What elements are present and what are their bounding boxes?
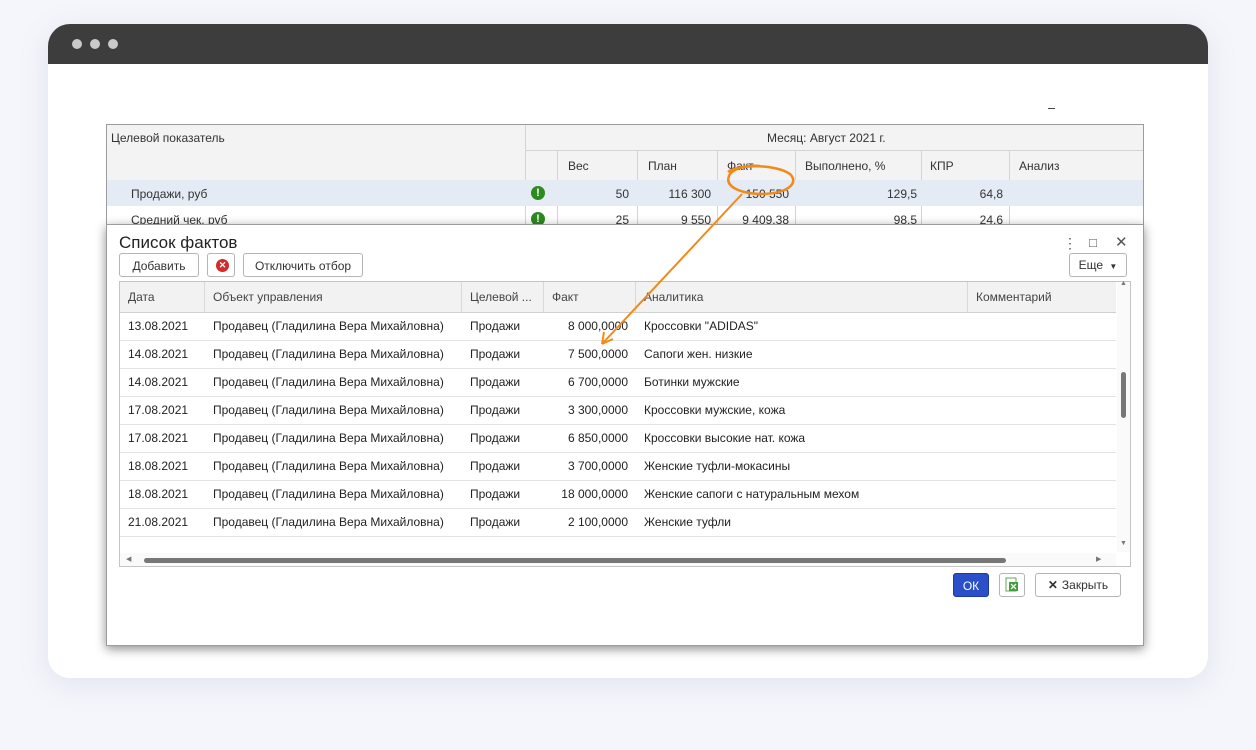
- screenshot-content: Целевой показатель Месяц: Август 2021 г.…: [48, 64, 1208, 678]
- window-dot-icon: [72, 39, 82, 49]
- highlight-circle: [727, 164, 795, 196]
- annotation-overlay: [601, 164, 795, 345]
- window-titlebar: [48, 24, 1208, 64]
- annotation-arrow: [601, 193, 743, 345]
- browser-frame: Целевой показатель Месяц: Август 2021 г.…: [48, 24, 1208, 678]
- window-dot-icon: [90, 39, 100, 49]
- window-dot-icon: [108, 39, 118, 49]
